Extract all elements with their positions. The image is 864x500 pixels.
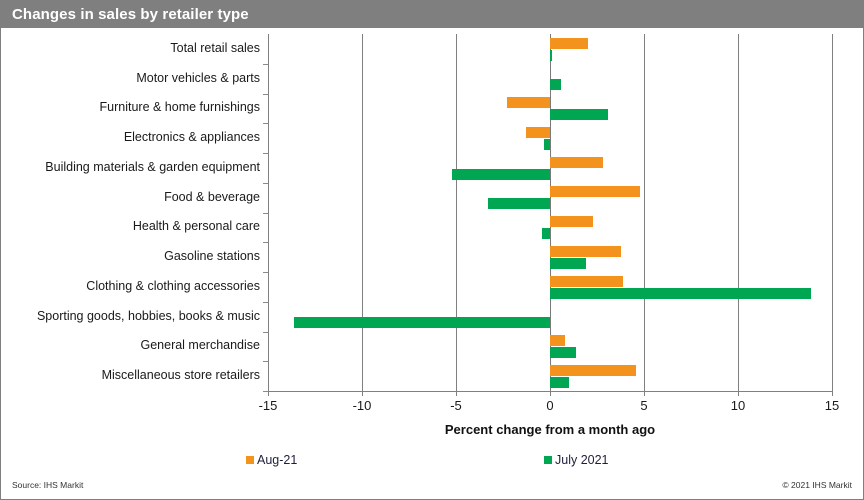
bar-july[interactable] (452, 168, 550, 180)
chart-row: Building materials & garden equipment (45, 153, 832, 184)
chart-row: Gasoline stations (164, 242, 832, 273)
chart-row: Miscellaneous store retailers (102, 361, 832, 392)
category-label: Total retail sales (170, 40, 260, 55)
category-label: General merchandise (140, 338, 260, 353)
bar-aug[interactable] (550, 275, 624, 287)
x-tick-label-0: 0 (546, 398, 554, 413)
x-tick--15 (268, 391, 269, 396)
bar-july[interactable] (550, 347, 577, 358)
bar-aug[interactable] (525, 126, 550, 138)
x-tick-label--5: -5 (450, 398, 462, 413)
bar-july[interactable] (550, 287, 812, 299)
x-tick-5 (644, 391, 645, 396)
chart-row: Total retail sales (170, 34, 832, 65)
chart-row: Food & beverage (164, 183, 832, 214)
x-tick-label--10: -10 (352, 398, 372, 413)
chart-row: Furniture & home furnishings (100, 94, 832, 125)
x-tick-label-5: 5 (640, 398, 648, 413)
category-label: Sporting goods, hobbies, books & music (36, 308, 260, 323)
legend-label-aug-21: Aug-21 (257, 453, 298, 467)
legend-swatch-aug-21 (246, 456, 254, 464)
x-tick-label--15: -15 (258, 398, 278, 413)
x-tick-0 (550, 391, 551, 396)
x-tick--5 (456, 391, 457, 396)
chart-row: Health & personal care (133, 213, 832, 244)
bar-aug[interactable] (550, 216, 594, 227)
x-tick--10 (362, 391, 363, 396)
x-tick-10 (738, 391, 739, 396)
bar-july[interactable] (550, 109, 609, 120)
bar-aug[interactable] (550, 156, 603, 168)
chart-row: Clothing & clothing accessories (86, 272, 832, 303)
x-tick-label-10: 10 (730, 398, 746, 413)
bar-aug[interactable] (550, 364, 637, 376)
category-label: Motor vehicles & parts (136, 70, 260, 85)
bar-july[interactable] (542, 228, 550, 239)
legend-swatch-july-2021 (544, 456, 552, 464)
footer-source: Source: IHS Markit (12, 480, 84, 490)
bar-july[interactable] (487, 198, 550, 210)
category-label: Electronics & appliances (123, 130, 260, 145)
chart-row: Motor vehicles & parts (136, 64, 832, 95)
bar-aug[interactable] (550, 245, 622, 257)
category-label: Building materials & garden equipment (45, 159, 260, 174)
category-label: Clothing & clothing accessories (86, 278, 260, 293)
footer-copyright: © 2021 IHS Markit (782, 480, 852, 490)
chart-row: General merchandise (140, 332, 832, 363)
gridline-15 (832, 34, 833, 391)
x-tick-15 (832, 391, 833, 396)
chart-row: Sporting goods, hobbies, books & music (37, 302, 832, 333)
plot-area: Total retail sales Motor vehicles & parts… (37, 34, 833, 392)
bar-aug[interactable] (550, 37, 588, 49)
category-label: Miscellaneous store retailers (101, 368, 260, 383)
legend: Aug-21 July 2021 (1, 453, 863, 471)
bar-july[interactable] (550, 257, 586, 269)
legend-item-aug-21[interactable]: Aug-21 (246, 453, 297, 467)
bar-july[interactable] (294, 317, 550, 329)
page-title: Changes in sales by retailer type (12, 6, 249, 23)
bar-july[interactable] (550, 79, 562, 91)
chart-card: Changes in sales by retailer type Total … (0, 0, 864, 500)
category-label: Food & beverage (164, 189, 260, 204)
legend-label-july-2021: July 2021 (555, 453, 609, 467)
bar-aug[interactable] (506, 97, 550, 108)
x-axis-title: Percent change from a month ago (444, 422, 656, 437)
bar-july[interactable] (550, 376, 569, 388)
bar-aug[interactable] (550, 335, 566, 346)
bar-july[interactable] (550, 49, 552, 61)
title-bar: Changes in sales by retailer type (1, 1, 863, 28)
chart-row: Electronics & appliances (124, 123, 832, 154)
x-tick-label-15: 15 (824, 398, 840, 413)
legend-item-july-2021[interactable]: July 2021 (544, 453, 609, 467)
category-label: Health & personal care (132, 219, 260, 234)
bar-aug[interactable] (550, 186, 641, 198)
category-label: Furniture & home furnishings (99, 100, 261, 115)
bar-july[interactable] (544, 138, 550, 150)
category-label: Gasoline stations (164, 249, 260, 264)
